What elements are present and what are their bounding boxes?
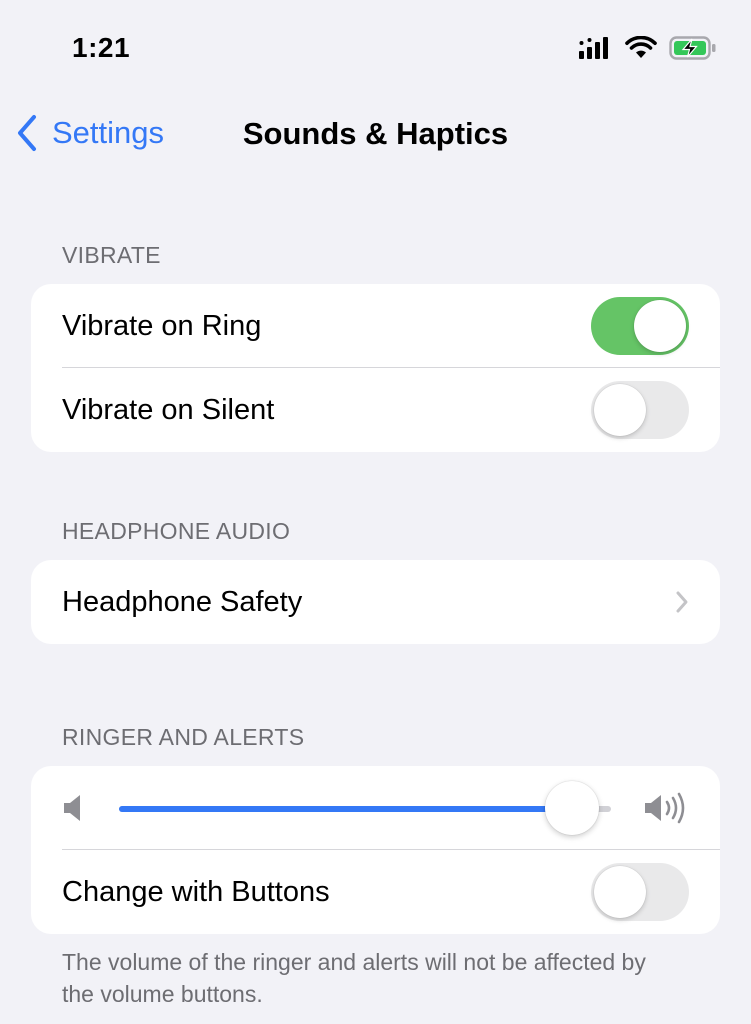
change-with-buttons-row: Change with Buttons [31,850,720,934]
ringer-and-alerts-group: Change with Buttons [31,766,720,934]
vibrate-on-silent-label: Vibrate on Silent [62,393,275,426]
status-icons [579,36,717,60]
ringer-volume-row [31,766,720,850]
vibrate-on-silent-row: Vibrate on Silent [31,368,720,452]
vibrate-on-ring-toggle[interactable] [591,297,689,355]
status-bar: 1:21 [0,0,751,100]
battery-charging-icon [669,36,716,60]
vibrate-on-silent-toggle[interactable] [591,381,689,439]
vibrate-on-ring-row: Vibrate on Ring [31,284,720,368]
slider-fill [119,806,572,812]
chevron-right-icon [676,591,688,613]
volume-low-icon [64,795,80,821]
navigation-bar: Settings Sounds & Haptics [0,100,751,172]
signal-icon [579,37,608,59]
headphone-audio-group: Headphone Safety [31,560,720,644]
change-with-buttons-label: Change with Buttons [62,875,330,908]
toggle-knob [634,300,686,352]
slider-thumb[interactable] [545,781,599,835]
section-header-ringer-and-alerts: RINGER AND ALERTS [62,724,305,750]
wifi-icon [625,36,657,58]
ringer-footer-note: The volume of the ringer and alerts will… [62,949,646,1007]
volume-high-icon [645,792,685,824]
change-with-buttons-toggle[interactable] [591,863,689,921]
headphone-safety-label: Headphone Safety [62,585,303,618]
vibrate-group: Vibrate on Ring Vibrate on Silent [31,284,720,452]
headphone-safety-row[interactable]: Headphone Safety [31,560,720,644]
vibrate-on-ring-label: Vibrate on Ring [62,309,262,342]
section-header-headphone-audio: HEADPHONE AUDIO [62,518,291,544]
status-time: 1:21 [72,32,131,63]
toggle-knob [594,384,646,436]
page-title: Sounds & Haptics [242,116,509,151]
section-header-vibrate: VIBRATE [62,242,161,268]
sounds-haptics-screen: 1:21 Settings Sounds & Haptics VIBRATE V… [0,0,751,1024]
toggle-knob [594,866,646,918]
ringer-volume-slider[interactable] [119,781,611,835]
